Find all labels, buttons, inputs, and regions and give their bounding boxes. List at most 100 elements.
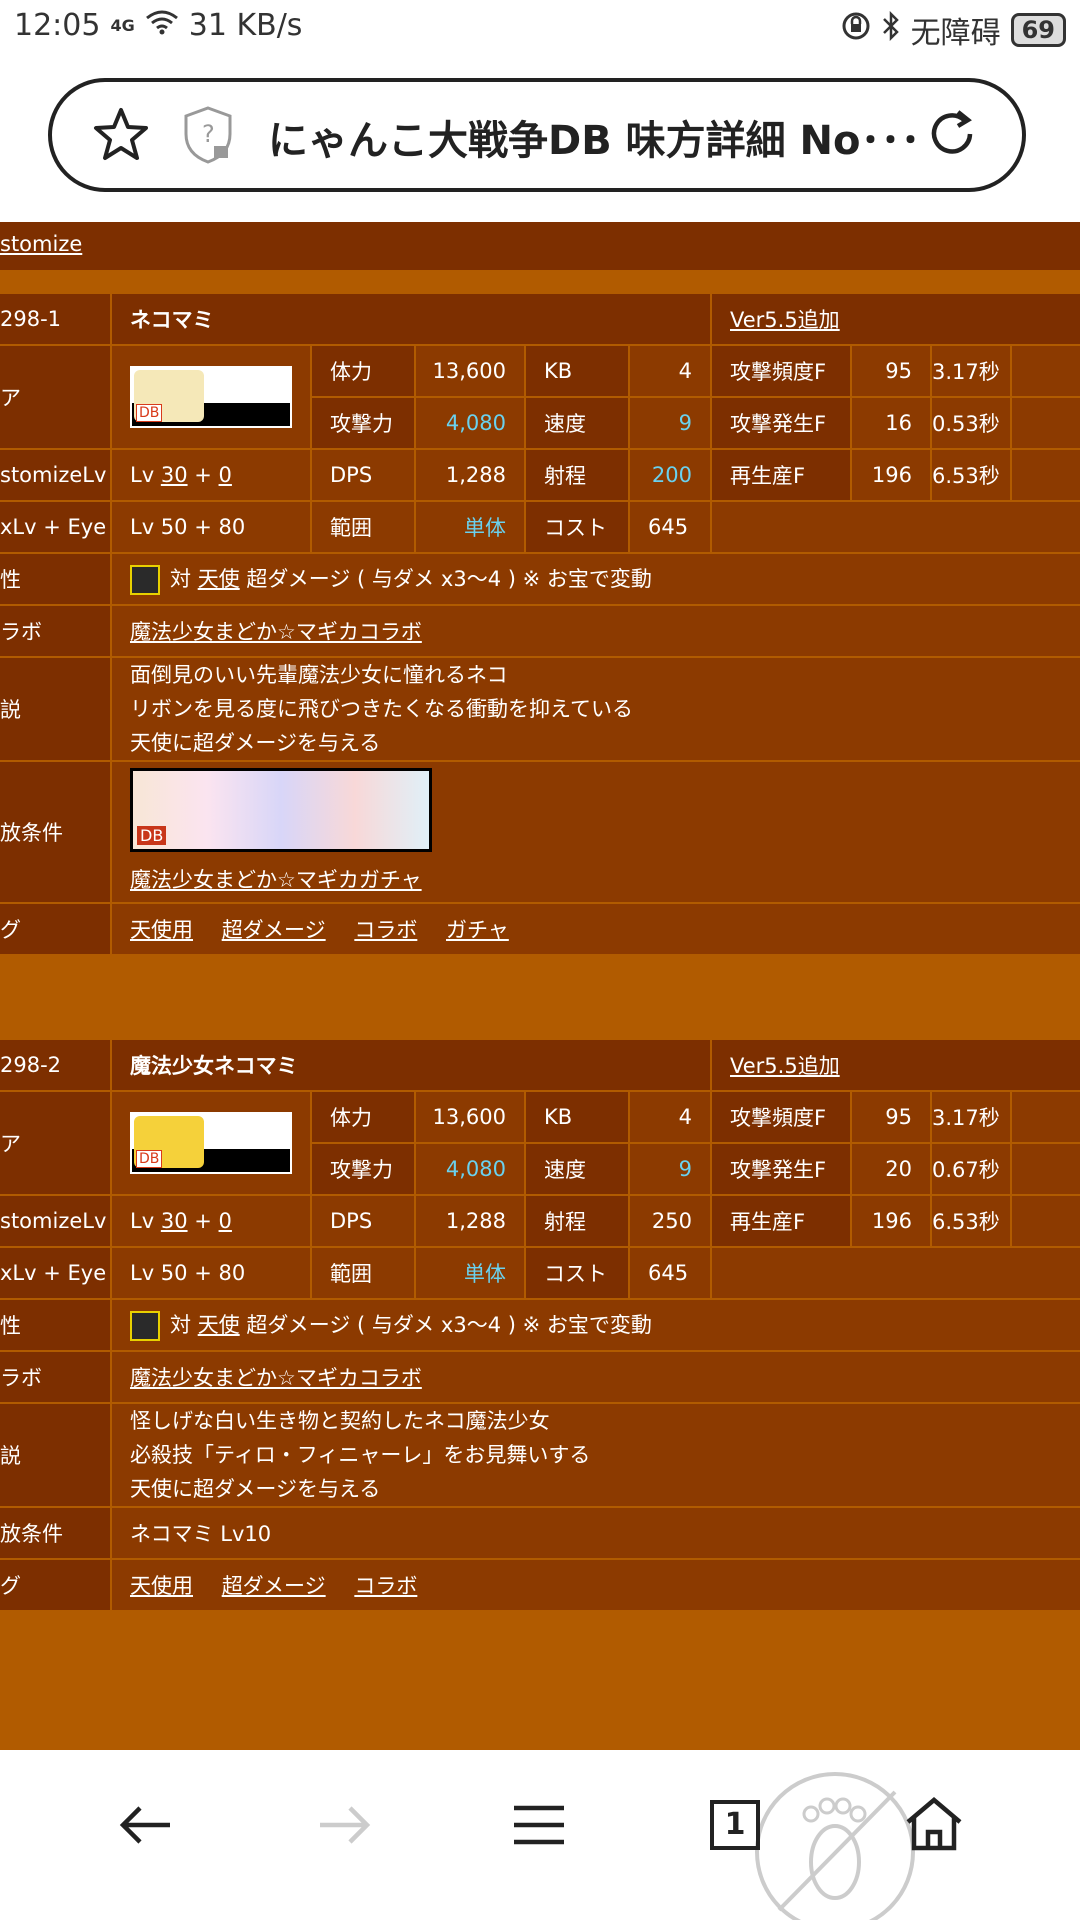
page-title[interactable]: にゃんこ大戦争DB 味方詳細 No･･･ bbox=[268, 108, 948, 166]
cost-label: コスト bbox=[524, 1246, 630, 1300]
customize-link[interactable]: stomize bbox=[0, 232, 82, 256]
atk-freq-label: 攻撃頻度F bbox=[710, 344, 852, 398]
atk-label: 攻撃力 bbox=[310, 396, 416, 450]
trait-target-link[interactable]: 天使 bbox=[198, 1313, 240, 1337]
customize-extra-link[interactable]: 0 bbox=[219, 1209, 232, 1233]
trait-row: 対 天使 超ダメージ ( 与ダメ x3～4 ) ※ お宝で変動 bbox=[109, 1298, 1080, 1352]
dps-label: DPS bbox=[310, 1194, 416, 1248]
respawn-label: 再生産F bbox=[710, 1194, 853, 1248]
trait-text: 超ダメージ ( 与ダメ x3～4 ) ※ お宝で変動 bbox=[246, 567, 652, 591]
bookmark-star-icon[interactable] bbox=[92, 106, 150, 164]
customize-lv-link[interactable]: 30 bbox=[161, 1209, 188, 1233]
atk-freq-value: 95 bbox=[850, 344, 932, 398]
atk-freq-value: 95 bbox=[850, 1090, 933, 1144]
unit-image[interactable]: DB bbox=[130, 1112, 292, 1174]
unit-id: 298-2 bbox=[0, 1038, 112, 1092]
tag-list: 天使用 超ダメージ コラボ bbox=[109, 1558, 1080, 1612]
unit-detail-table: 298-2 魔法少女ネコマミ Ver5.5追加 ア DB 体力 13,600 K… bbox=[0, 1038, 1080, 1612]
lock-rotation-icon bbox=[841, 11, 871, 49]
range-label: 射程 bbox=[524, 448, 630, 502]
atk-start-label: 攻撃発生F bbox=[710, 1142, 853, 1196]
web-page-content: stomize 298-1 ネコマミ Ver5.5追加 ア DB 体力 13,6… bbox=[0, 222, 1080, 1750]
area-label: 範囲 bbox=[310, 500, 416, 554]
reload-icon[interactable] bbox=[922, 104, 982, 164]
respawn-value: 196 bbox=[850, 1194, 933, 1248]
unlock-condition: ネコマミ Lv10 bbox=[109, 1506, 1080, 1560]
atk-start-label: 攻撃発生F bbox=[710, 396, 852, 450]
tag-link[interactable]: 超ダメージ bbox=[222, 918, 326, 942]
atk-start-value: 16 bbox=[850, 396, 932, 450]
trait-text: 超ダメージ ( 与ダメ x3～4 ) ※ お宝で変動 bbox=[246, 1313, 652, 1337]
area-label: 範囲 bbox=[310, 1246, 416, 1300]
customize-extra-link[interactable]: 0 bbox=[219, 463, 232, 487]
menu-icon[interactable] bbox=[512, 1800, 566, 1850]
tag-link[interactable]: 超ダメージ bbox=[222, 1574, 326, 1598]
kb-label: KB bbox=[524, 344, 630, 398]
range-label: 射程 bbox=[524, 1194, 630, 1248]
svg-text:?: ? bbox=[202, 120, 215, 148]
collab-link[interactable]: 魔法少女まどか☆マギカコラボ bbox=[130, 1366, 422, 1390]
tag-link[interactable]: 天使用 bbox=[130, 918, 193, 942]
trait-label: 性 bbox=[0, 552, 112, 606]
tag-link[interactable]: 天使用 bbox=[130, 1574, 193, 1598]
address-bar[interactable]: ? にゃんこ大戦争DB 味方詳細 No･･･ bbox=[48, 78, 1026, 192]
forward-arrow-icon[interactable] bbox=[314, 1800, 374, 1850]
unit-image[interactable]: DB bbox=[130, 366, 292, 428]
atk-freq-label: 攻撃頻度F bbox=[710, 1090, 853, 1144]
unit-id: 298-1 bbox=[0, 292, 112, 346]
atk-freq-seconds: 3.17秒 bbox=[930, 344, 1012, 398]
tags-label: グ bbox=[0, 902, 112, 956]
tag-link[interactable]: ガチャ bbox=[446, 918, 509, 942]
respawn-seconds: 6.53秒 bbox=[930, 1194, 1013, 1248]
speed-label: 速度 bbox=[524, 396, 630, 450]
battery-icon: 69 bbox=[1010, 13, 1066, 47]
dps-value: 1,288 bbox=[414, 448, 526, 502]
respawn-value: 196 bbox=[850, 448, 932, 502]
collab-label: ラボ bbox=[0, 1350, 112, 1404]
desc-label: 説 bbox=[0, 1402, 112, 1508]
version-link[interactable]: Ver5.5追加 bbox=[730, 308, 840, 332]
signal-icon: 4G bbox=[110, 16, 135, 35]
cost-value: 645 bbox=[628, 500, 712, 554]
dps-label: DPS bbox=[310, 448, 416, 502]
back-arrow-icon[interactable] bbox=[116, 1800, 176, 1850]
gacha-banner-image[interactable]: DB bbox=[130, 768, 432, 852]
unit-name: 魔法少女ネコマミ bbox=[109, 1038, 713, 1092]
customize-row: stomize bbox=[0, 222, 1080, 270]
home-icon[interactable] bbox=[904, 1796, 964, 1852]
unlock-gacha-link[interactable]: 魔法少女まどか☆マギカガチャ bbox=[130, 868, 422, 892]
atk-value: 4,080 bbox=[414, 396, 526, 450]
version-link[interactable]: Ver5.5追加 bbox=[730, 1054, 840, 1078]
status-time: 12:05 bbox=[14, 8, 101, 43]
trait-target-link[interactable]: 天使 bbox=[198, 567, 240, 591]
security-shield-icon[interactable]: ? bbox=[180, 104, 236, 166]
incognito-footprint-icon[interactable] bbox=[745, 1762, 925, 1920]
kb-value: 4 bbox=[628, 344, 712, 398]
speed-value: 9 bbox=[627, 1142, 713, 1196]
tags-label: グ bbox=[0, 1558, 112, 1612]
hp-label: 体力 bbox=[310, 1090, 416, 1144]
image-label: ア bbox=[0, 1090, 112, 1196]
tab-count-button[interactable]: 1 bbox=[710, 1800, 760, 1850]
customize-lv-link[interactable]: 30 bbox=[161, 463, 188, 487]
unlock-label: 放条件 bbox=[0, 760, 112, 904]
image-label: ア bbox=[0, 344, 112, 450]
lv-eye-label: xLv + Eye bbox=[0, 500, 112, 554]
customize-lv-value: Lv 30 + 0 bbox=[110, 1194, 312, 1248]
collab-label: ラボ bbox=[0, 604, 112, 658]
area-value: 単体 bbox=[414, 500, 526, 554]
tag-link[interactable]: コラボ bbox=[354, 1574, 417, 1598]
hp-value: 13,600 bbox=[414, 344, 526, 398]
bluetooth-icon bbox=[881, 10, 901, 49]
atk-start-seconds: 0.67秒 bbox=[930, 1142, 1013, 1196]
lv-eye-value: Lv 50 + 80 bbox=[110, 500, 312, 554]
respawn-seconds: 6.53秒 bbox=[930, 448, 1012, 502]
cost-value: 645 bbox=[627, 1246, 713, 1300]
atk-label: 攻撃力 bbox=[310, 1142, 416, 1196]
bottom-navigation-bar bbox=[0, 1750, 1080, 1920]
atk-freq-seconds: 3.17秒 bbox=[930, 1090, 1013, 1144]
tag-link[interactable]: コラボ bbox=[354, 918, 417, 942]
speed-label: 速度 bbox=[524, 1142, 630, 1196]
unlock-label: 放条件 bbox=[0, 1506, 112, 1560]
collab-link[interactable]: 魔法少女まどか☆マギカコラボ bbox=[130, 620, 422, 644]
